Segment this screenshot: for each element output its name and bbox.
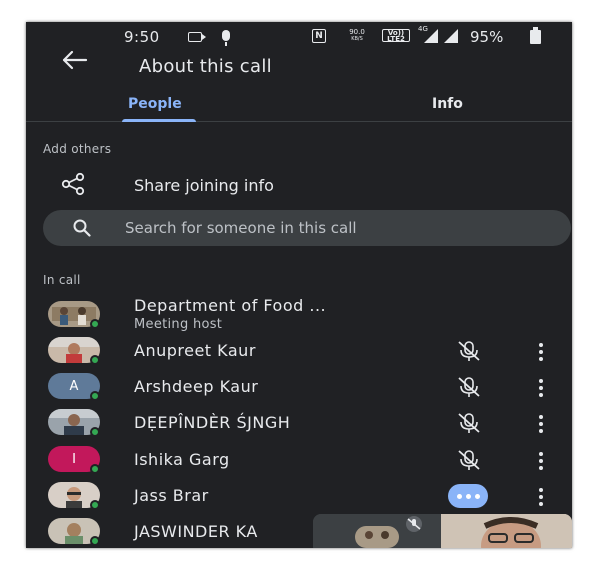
participant-name: Department of Food ... xyxy=(134,296,327,315)
avatar: A xyxy=(48,373,100,401)
volte-bottom-label: LTE2 xyxy=(387,34,405,43)
presence-indicator xyxy=(90,391,100,401)
presence-indicator xyxy=(90,464,100,474)
more-options-icon[interactable] xyxy=(537,487,545,507)
avatar xyxy=(48,518,100,546)
participant-row[interactable]: DẸEPÎNDÈR ŚJNGH xyxy=(26,408,572,444)
nfc-icon: N xyxy=(312,29,326,43)
avatar xyxy=(48,301,100,329)
status-bar: 9:50 N 90.0 KB/S Vo)) LTE2 4G 95% xyxy=(26,22,572,52)
avatar xyxy=(48,337,100,365)
battery-percentage: 95% xyxy=(470,28,504,46)
participant-row[interactable]: Jass Brar xyxy=(26,481,572,517)
tab-info[interactable]: Info xyxy=(432,96,463,112)
share-joining-info-button[interactable]: Share joining info xyxy=(26,168,572,202)
more-options-icon[interactable] xyxy=(537,342,545,362)
mic-off-icon[interactable] xyxy=(454,412,484,434)
participant-row[interactable]: I Ishika Garg xyxy=(26,445,572,481)
pip-avatar xyxy=(355,526,399,548)
battery-icon xyxy=(530,27,541,44)
signal-strength-icon xyxy=(424,29,438,43)
avatar xyxy=(48,409,100,437)
network-speed-unit: KB/S xyxy=(351,36,363,42)
share-joining-info-label: Share joining info xyxy=(134,176,274,195)
back-arrow-icon[interactable] xyxy=(60,50,88,70)
signal-strength-icon-2 xyxy=(444,29,458,43)
presence-indicator xyxy=(90,319,100,329)
video-camera-icon xyxy=(188,32,206,42)
self-video-tile xyxy=(441,514,572,548)
participant-name: DẸEPÎNDÈR ŚJNGH xyxy=(134,413,291,432)
volte-icon: Vo)) LTE2 xyxy=(382,29,410,42)
active-tab-indicator xyxy=(122,119,196,122)
avatar xyxy=(48,482,100,510)
more-options-icon[interactable] xyxy=(537,378,545,398)
presence-indicator xyxy=(90,355,100,365)
more-options-icon[interactable] xyxy=(537,451,545,471)
presence-indicator xyxy=(90,427,100,437)
self-video-face xyxy=(441,514,572,548)
in-call-label: In call xyxy=(43,273,81,287)
mic-off-icon[interactable] xyxy=(454,376,484,398)
search-icon xyxy=(73,219,91,237)
microphone-icon xyxy=(222,30,230,46)
presence-indicator xyxy=(90,500,100,510)
network-speed-value: 90.0 xyxy=(349,28,365,36)
floating-video-preview[interactable] xyxy=(313,514,572,548)
participant-role: Meeting host xyxy=(134,317,223,332)
search-bar[interactable] xyxy=(43,210,571,246)
pip-participant-tile xyxy=(313,514,441,548)
speaking-indicator-icon xyxy=(448,484,488,508)
mic-off-icon[interactable] xyxy=(454,449,484,471)
participant-name: Anupreet Kaur xyxy=(134,341,256,360)
presence-indicator xyxy=(90,536,100,546)
participant-row[interactable]: Department of Food ... Meeting host xyxy=(26,296,572,332)
participant-name: Arshdeep Kaur xyxy=(134,377,259,396)
participant-row[interactable]: A Arshdeep Kaur xyxy=(26,372,572,408)
search-input[interactable] xyxy=(125,210,545,246)
participant-name: Ishika Garg xyxy=(134,450,230,469)
phone-screen: 9:50 N 90.0 KB/S Vo)) LTE2 4G 95% About … xyxy=(26,22,572,548)
avatar: I xyxy=(48,446,100,474)
status-time: 9:50 xyxy=(124,28,160,46)
participant-name: Jass Brar xyxy=(134,486,209,505)
add-others-label: Add others xyxy=(43,142,112,156)
tab-people[interactable]: People xyxy=(128,96,182,112)
pip-mic-off-icon xyxy=(406,516,422,532)
participant-name: JASWINDER KA xyxy=(134,522,258,541)
more-options-icon[interactable] xyxy=(537,414,545,434)
network-speed-indicator: 90.0 KB/S xyxy=(344,29,370,43)
page-title: About this call xyxy=(139,56,272,77)
share-icon xyxy=(61,172,85,196)
mic-off-icon[interactable] xyxy=(454,340,484,362)
tab-bar: People Info xyxy=(26,92,572,122)
participant-row[interactable]: Anupreet Kaur xyxy=(26,336,572,372)
